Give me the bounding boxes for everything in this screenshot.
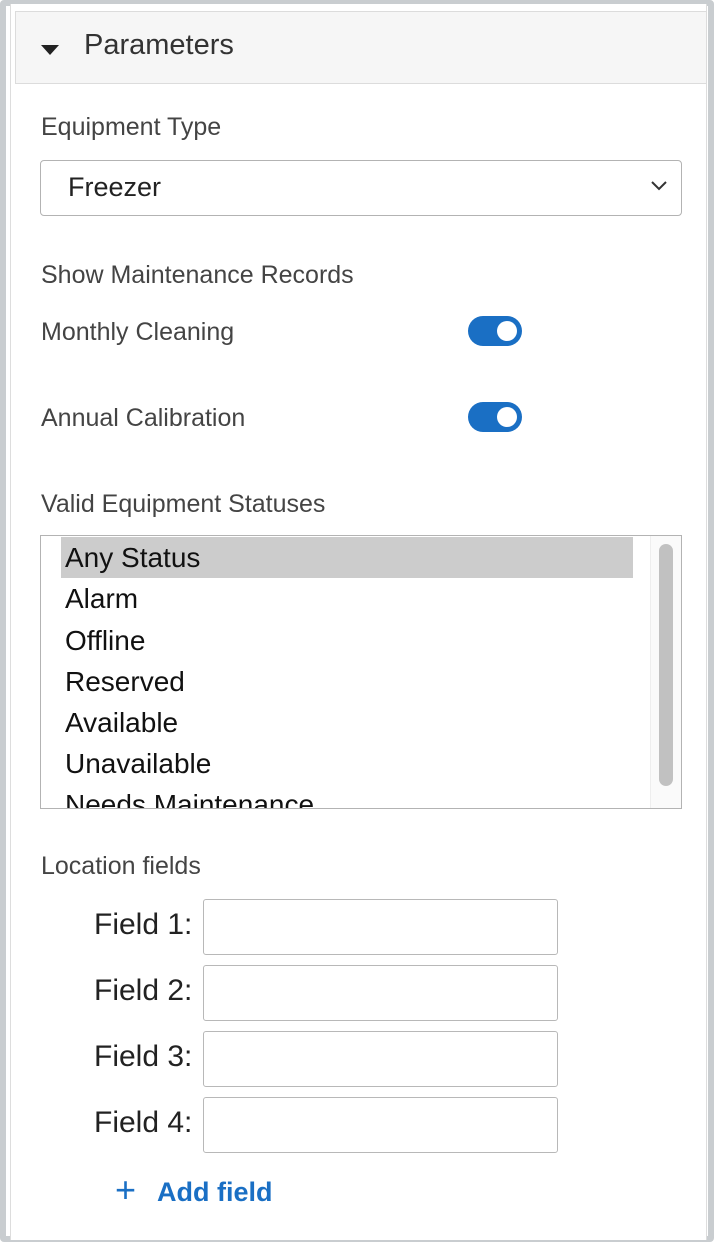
caret-down-icon[interactable]: [41, 45, 59, 55]
field-2-input[interactable]: [203, 965, 558, 1021]
field-1-input[interactable]: [203, 899, 558, 955]
annual-calibration-label: Annual Calibration: [41, 404, 246, 432]
maintenance-records-heading: Show Maintenance Records: [41, 261, 354, 289]
listbox-scrollbar[interactable]: [650, 536, 681, 808]
annual-calibration-toggle[interactable]: [468, 402, 522, 432]
monthly-cleaning-label: Monthly Cleaning: [41, 318, 235, 346]
equipment-type-label: Equipment Type: [41, 113, 222, 141]
list-item-unavailable[interactable]: Unavailable: [61, 743, 633, 784]
equipment-type-select[interactable]: Freezer: [40, 160, 682, 216]
field-3-input[interactable]: [203, 1031, 558, 1087]
chevron-down-icon: [651, 181, 667, 191]
field-1-label: Field 1:: [94, 908, 193, 941]
add-field-label: Add field: [157, 1177, 273, 1207]
toggle-knob: [497, 321, 517, 341]
field-3-label: Field 3:: [94, 1040, 193, 1073]
field-4-label: Field 4:: [94, 1106, 193, 1139]
toggle-knob: [497, 407, 517, 427]
list-item-needs-maintenance[interactable]: Needs Maintenance: [61, 784, 633, 808]
parameters-header[interactable]: Parameters: [15, 11, 707, 84]
scrollbar-thumb[interactable]: [659, 544, 673, 786]
list-item-available[interactable]: Available: [61, 702, 633, 743]
field-2-label: Field 2:: [94, 974, 193, 1007]
plus-icon: +: [115, 1169, 137, 1210]
panel-title: Parameters: [84, 29, 234, 61]
list-item-alarm[interactable]: Alarm: [61, 578, 633, 619]
list-item-any-status[interactable]: Any Status: [61, 537, 633, 578]
location-fields-label: Location fields: [41, 852, 201, 880]
list-item-offline[interactable]: Offline: [61, 620, 633, 661]
list-item-reserved[interactable]: Reserved: [61, 661, 633, 702]
monthly-cleaning-toggle[interactable]: [468, 316, 522, 346]
equipment-type-value: Freezer: [68, 172, 162, 202]
valid-statuses-listbox[interactable]: Any Status Alarm Offline Reserved Availa…: [40, 535, 682, 809]
field-4-input[interactable]: [203, 1097, 558, 1153]
valid-statuses-label: Valid Equipment Statuses: [41, 490, 326, 518]
